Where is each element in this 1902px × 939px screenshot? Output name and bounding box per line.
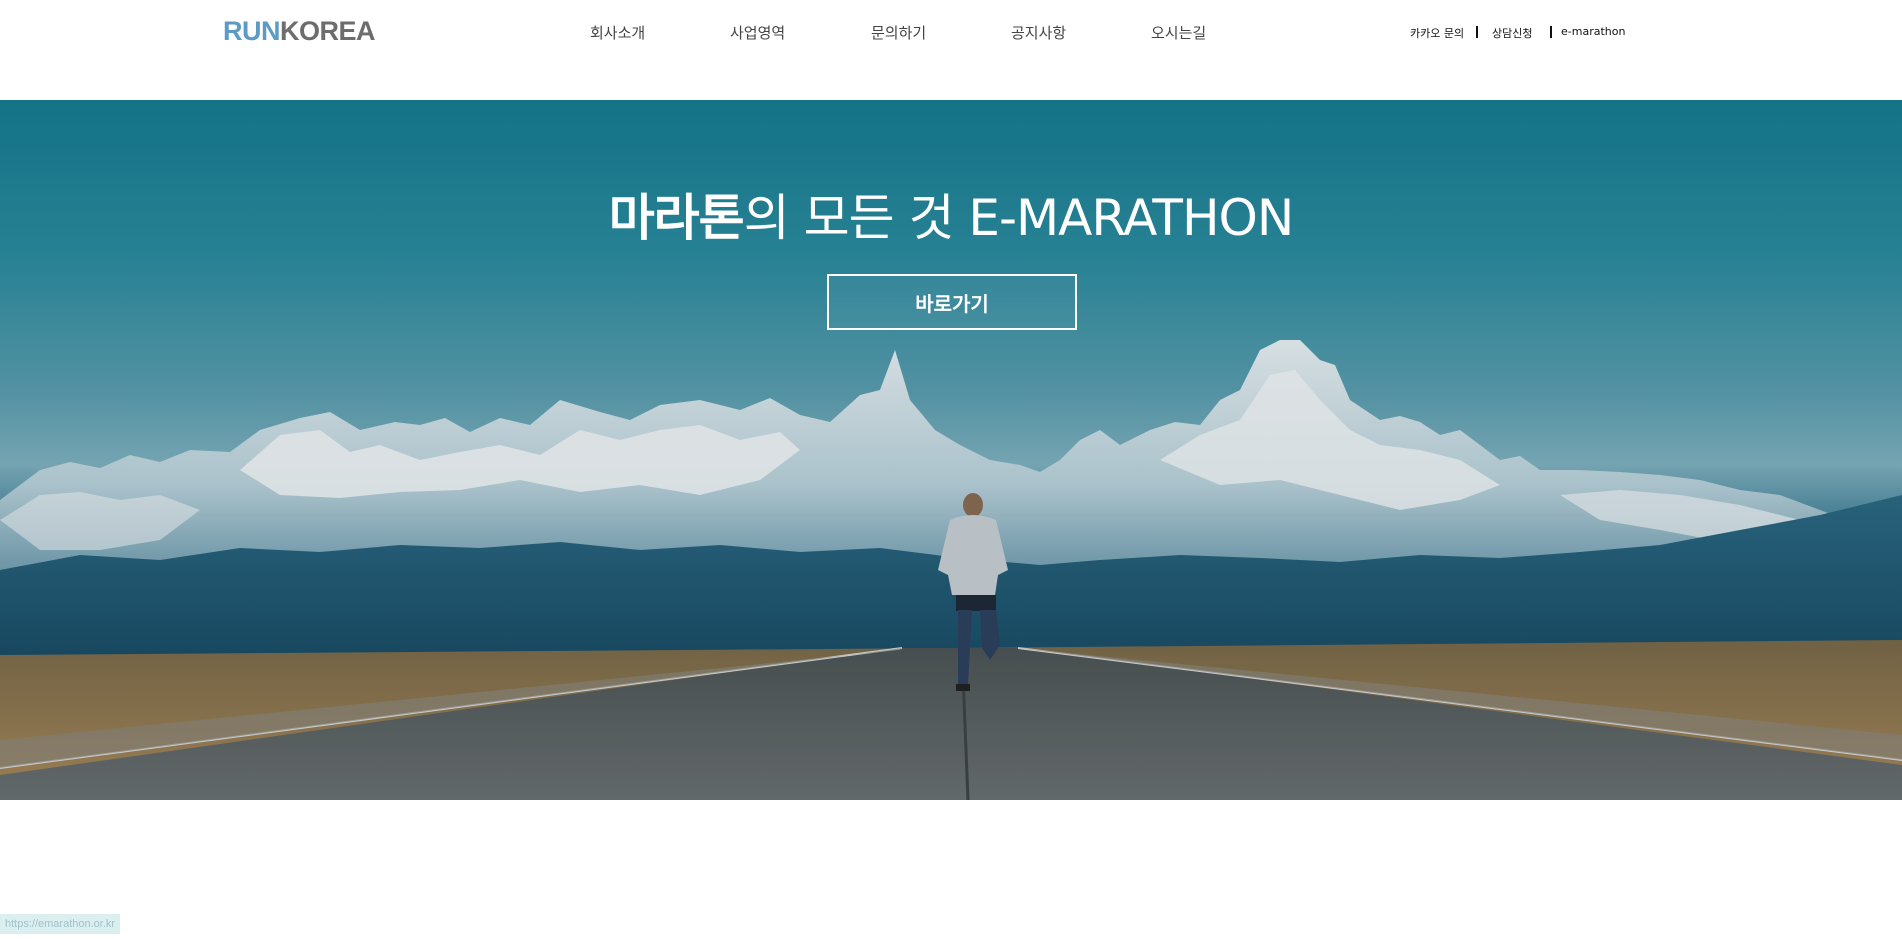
hero-title: 마라톤의 모든 것 E-MARATHON xyxy=(0,178,1902,250)
go-button[interactable]: 바로가기 xyxy=(827,274,1077,330)
emarathon-link[interactable]: e-marathon xyxy=(1561,25,1625,38)
consult-request-link[interactable]: 상담신청 xyxy=(1492,25,1532,41)
nav-item-company[interactable]: 회사소개 xyxy=(590,22,645,43)
hero-title-english: E-MARATHON xyxy=(968,189,1294,247)
status-bar-url: https://emarathon.or.kr xyxy=(0,914,121,934)
nav-item-notice[interactable]: 공지사항 xyxy=(1011,22,1066,43)
nav-item-directions[interactable]: 오시는길 xyxy=(1151,22,1206,43)
util-divider xyxy=(1476,26,1478,38)
hero-title-light: 의 모든 것 xyxy=(743,189,955,247)
kakao-inquiry-link[interactable]: 카카오 문의 xyxy=(1410,25,1464,41)
site-logo[interactable]: RUNKOREA xyxy=(223,16,376,47)
site-header: RUNKOREA 회사소개 사업영역 문의하기 공지사항 오시는길 카카오 문의… xyxy=(0,0,1902,100)
nav-item-business[interactable]: 사업영역 xyxy=(730,22,785,43)
nav-item-inquiry[interactable]: 문의하기 xyxy=(871,22,926,43)
hero-title-bold: 마라톤 xyxy=(608,189,745,247)
hero-banner: 마라톤의 모든 것 E-MARATHON 바로가기 xyxy=(0,100,1902,800)
util-divider xyxy=(1550,26,1552,38)
logo-run-text: RUN xyxy=(223,16,281,46)
logo-korea-text: KOREA xyxy=(280,16,376,46)
section-heading-partial xyxy=(780,925,830,939)
